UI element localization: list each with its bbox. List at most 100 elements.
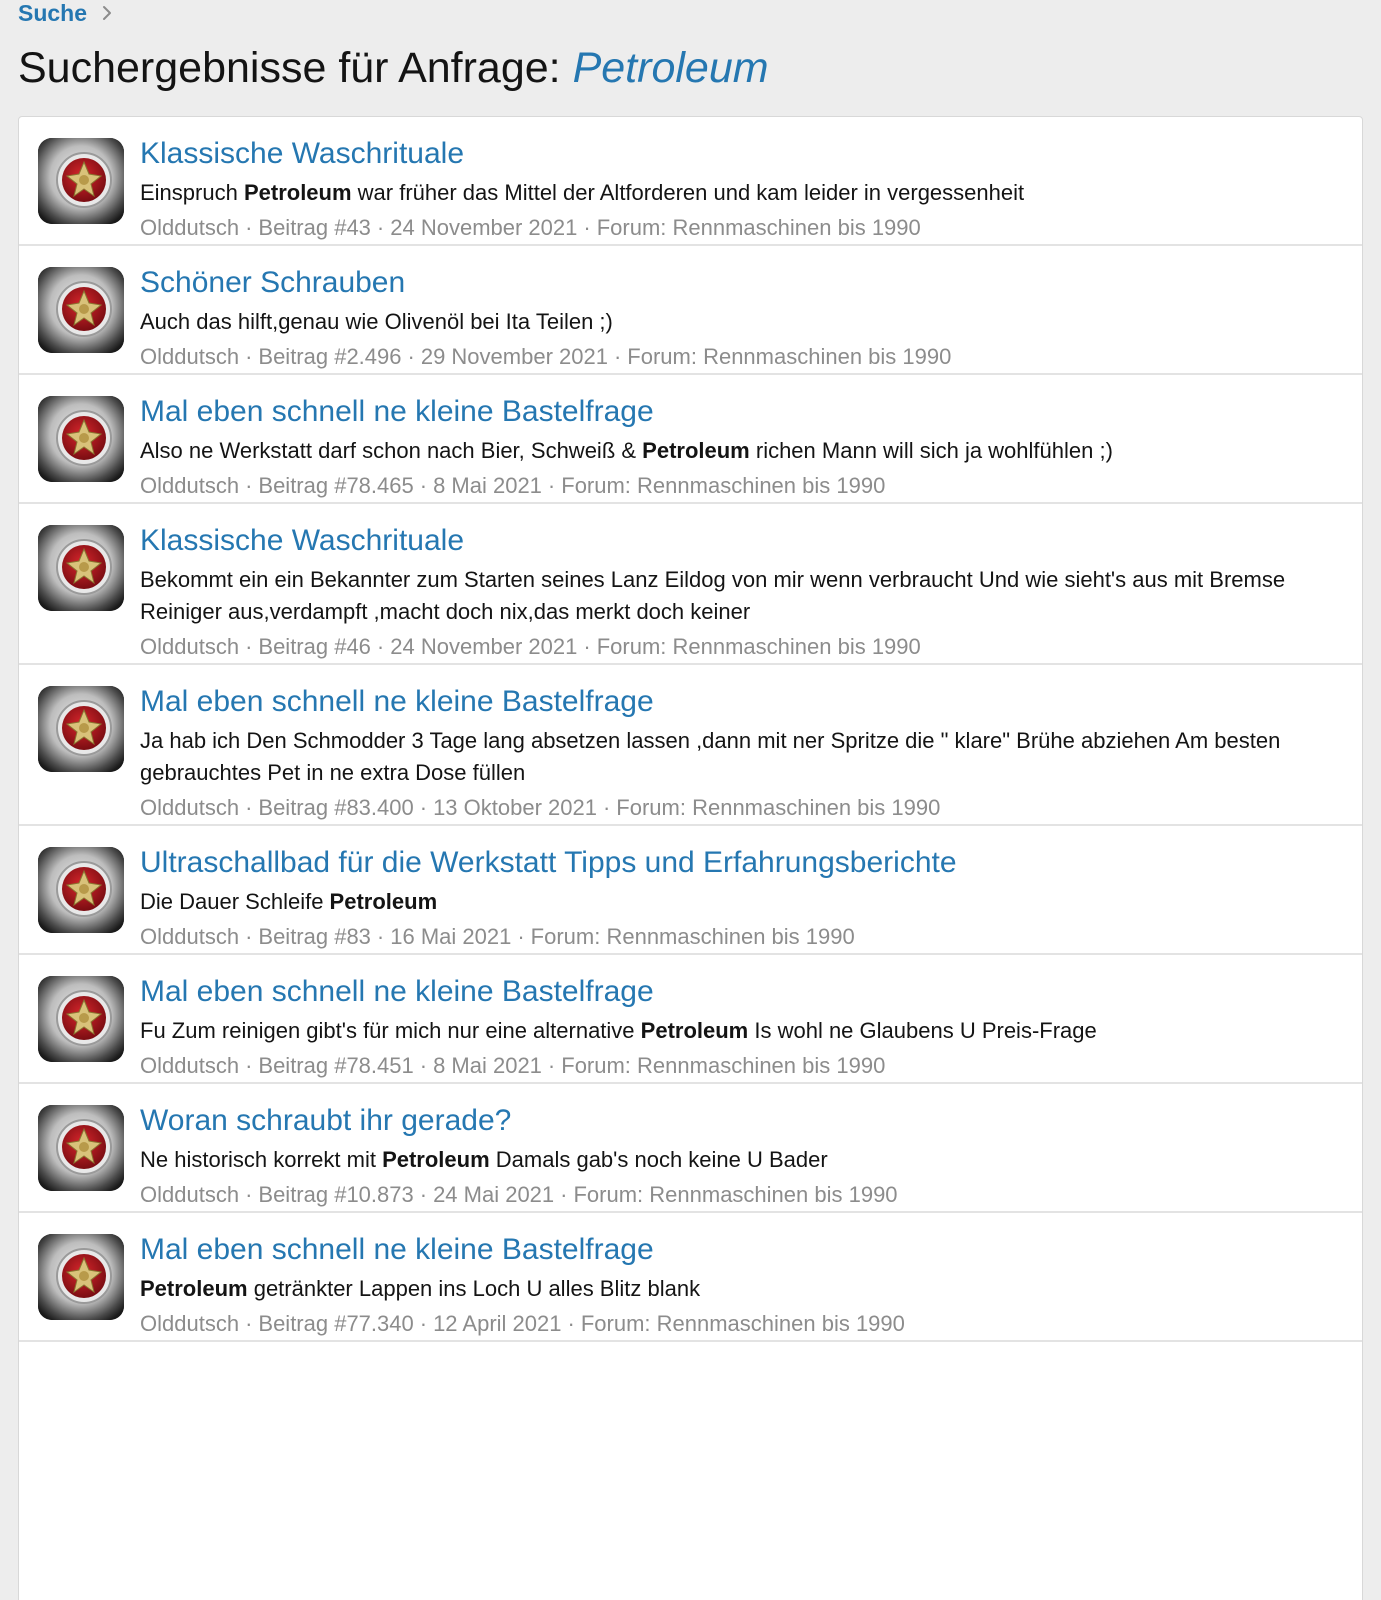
result-body: Klassische Waschrituale Einspruch Petrol… bbox=[140, 137, 1342, 244]
result-post-link[interactable]: Beitrag #77.340 bbox=[258, 1311, 413, 1336]
meta-separator: · bbox=[583, 634, 591, 659]
breadcrumb-link-suche[interactable]: Suche bbox=[18, 1, 87, 25]
avatar[interactable] bbox=[38, 525, 124, 611]
emblem-icon bbox=[38, 847, 124, 933]
result-snippet: Also ne Werkstatt darf schon nach Bier, … bbox=[140, 435, 1342, 467]
result-meta: Olddutsch · Beitrag #78.451 · 8 Mai 2021 · For… bbox=[140, 1050, 1342, 1082]
emblem-icon bbox=[38, 976, 124, 1062]
snippet-text: war früher das Mittel der Altforderen un… bbox=[351, 180, 1025, 205]
meta-separator: · bbox=[419, 1311, 428, 1336]
avatar[interactable] bbox=[38, 1234, 124, 1320]
emblem-icon bbox=[38, 1234, 124, 1320]
chevron-right-icon bbox=[101, 5, 113, 21]
result-forum-link[interactable]: Forum: Rennmaschinen bis 1990 bbox=[597, 215, 921, 240]
result-snippet: Petroleum getränkter Lappen ins Loch U a… bbox=[140, 1273, 1342, 1305]
result-post-link[interactable]: Beitrag #83.400 bbox=[258, 795, 413, 820]
emblem-icon bbox=[38, 525, 124, 611]
avatar[interactable] bbox=[38, 686, 124, 772]
avatar[interactable] bbox=[38, 396, 124, 482]
meta-separator: · bbox=[245, 344, 253, 369]
result-author-link[interactable]: Olddutsch bbox=[140, 924, 239, 949]
breadcrumb: Suche bbox=[18, 0, 113, 26]
result-date: 8 Mai 2021 bbox=[433, 1053, 542, 1078]
emblem-icon bbox=[38, 1105, 124, 1191]
result-post-link[interactable]: Beitrag #78.465 bbox=[258, 473, 413, 498]
result-author-link[interactable]: Olddutsch bbox=[140, 634, 239, 659]
result-title-link[interactable]: Klassische Waschrituale bbox=[140, 135, 1342, 173]
result-post-link[interactable]: Beitrag #10.873 bbox=[258, 1182, 413, 1207]
result-forum-link[interactable]: Forum: Rennmaschinen bis 1990 bbox=[627, 344, 951, 369]
result-author-link[interactable]: Olddutsch bbox=[140, 1053, 239, 1078]
snippet-text: Bekommt ein ein Bekannter zum Starten se… bbox=[140, 567, 1286, 624]
result-title-link[interactable]: Schöner Schrauben bbox=[140, 264, 1342, 302]
meta-separator: · bbox=[376, 924, 385, 949]
result-forum-link[interactable]: Forum: Rennmaschinen bis 1990 bbox=[561, 1053, 885, 1078]
result-body: Mal eben schnell ne kleine Bastelfrage P… bbox=[140, 1233, 1342, 1340]
result-body: Mal eben schnell ne kleine Bastelfrage J… bbox=[140, 685, 1342, 824]
result-forum-link[interactable]: Forum: Rennmaschinen bis 1990 bbox=[597, 634, 921, 659]
result-title-link[interactable]: Mal eben schnell ne kleine Bastelfrage bbox=[140, 393, 1342, 431]
meta-separator: · bbox=[245, 924, 253, 949]
result-post-link[interactable]: Beitrag #2.496 bbox=[258, 344, 401, 369]
result-post-link[interactable]: Beitrag #83 bbox=[258, 924, 371, 949]
highlight-term: Petroleum bbox=[243, 180, 352, 205]
result-body: Mal eben schnell ne kleine Bastelfrage A… bbox=[140, 395, 1342, 502]
snippet-text: Auch das hilft,genau wie Olivenöl bei It… bbox=[140, 309, 613, 334]
result-forum-link[interactable]: Forum: Rennmaschinen bis 1990 bbox=[561, 473, 885, 498]
result-title-link[interactable]: Mal eben schnell ne kleine Bastelfrage bbox=[140, 973, 1342, 1011]
meta-separator: · bbox=[419, 1182, 428, 1207]
snippet-text: Ne historisch korrekt mit bbox=[140, 1147, 383, 1172]
result-body: Schöner Schrauben Auch das hilft,genau w… bbox=[140, 266, 1342, 373]
meta-separator: · bbox=[245, 1053, 253, 1078]
result-item-8: Woran schraubt ihr gerade? Ne historisch… bbox=[19, 1084, 1362, 1213]
avatar[interactable] bbox=[38, 1105, 124, 1191]
avatar[interactable] bbox=[38, 138, 124, 224]
result-meta: Olddutsch · Beitrag #43 · 24 November 2021 · F… bbox=[140, 212, 1342, 244]
result-title-link[interactable]: Mal eben schnell ne kleine Bastelfrage bbox=[140, 1231, 1342, 1269]
highlight-term: Petroleum bbox=[640, 1018, 749, 1043]
result-title-link[interactable]: Mal eben schnell ne kleine Bastelfrage bbox=[140, 683, 1342, 721]
result-author-link[interactable]: Olddutsch bbox=[140, 1311, 239, 1336]
result-body: Mal eben schnell ne kleine Bastelfrage F… bbox=[140, 975, 1342, 1082]
result-author-link[interactable]: Olddutsch bbox=[140, 344, 239, 369]
result-forum-link[interactable]: Forum: Rennmaschinen bis 1990 bbox=[573, 1182, 897, 1207]
meta-separator: · bbox=[583, 215, 591, 240]
result-date: 13 Oktober 2021 bbox=[433, 795, 597, 820]
result-post-link[interactable]: Beitrag #46 bbox=[258, 634, 371, 659]
result-post-link[interactable]: Beitrag #43 bbox=[258, 215, 371, 240]
snippet-text: Ja hab ich Den Schmodder 3 Tage lang abs… bbox=[140, 728, 1281, 785]
meta-separator: · bbox=[419, 473, 428, 498]
result-author-link[interactable]: Olddutsch bbox=[140, 1182, 239, 1207]
result-title-link[interactable]: Woran schraubt ihr gerade? bbox=[140, 1102, 1342, 1140]
result-title-link[interactable]: Klassische Waschrituale bbox=[140, 522, 1342, 560]
highlight-term: Petroleum bbox=[329, 889, 438, 914]
result-author-link[interactable]: Olddutsch bbox=[140, 473, 239, 498]
result-meta: Olddutsch · Beitrag #46 · 24 November 2021 · F… bbox=[140, 631, 1342, 663]
result-date: 12 April 2021 bbox=[433, 1311, 562, 1336]
result-item-4: Klassische Waschrituale Bekommt ein ein … bbox=[19, 504, 1362, 665]
result-forum-link[interactable]: Forum: Rennmaschinen bis 1990 bbox=[581, 1311, 905, 1336]
meta-separator: · bbox=[376, 634, 385, 659]
result-author-link[interactable]: Olddutsch bbox=[140, 795, 239, 820]
result-title-link[interactable]: Ultraschallbad für die Werkstatt Tipps u… bbox=[140, 844, 1342, 882]
result-snippet: Bekommt ein ein Bekannter zum Starten se… bbox=[140, 564, 1342, 628]
meta-separator: · bbox=[245, 634, 253, 659]
avatar[interactable] bbox=[38, 847, 124, 933]
snippet-text: Damals gab's noch keine U Bader bbox=[489, 1147, 828, 1172]
result-item-6: Ultraschallbad für die Werkstatt Tipps u… bbox=[19, 826, 1362, 955]
result-snippet: Die Dauer Schleife Petroleum bbox=[140, 886, 1342, 918]
result-body: Ultraschallbad für die Werkstatt Tipps u… bbox=[140, 846, 1342, 953]
result-date: 29 November 2021 bbox=[420, 344, 608, 369]
result-post-link[interactable]: Beitrag #78.451 bbox=[258, 1053, 413, 1078]
result-date: 24 Mai 2021 bbox=[433, 1182, 555, 1207]
result-forum-link[interactable]: Forum: Rennmaschinen bis 1990 bbox=[616, 795, 940, 820]
result-author-link[interactable]: Olddutsch bbox=[140, 215, 239, 240]
snippet-text: Fu Zum reinigen gibt's für mich nur eine… bbox=[140, 1018, 641, 1043]
emblem-icon bbox=[38, 396, 124, 482]
result-forum-link[interactable]: Forum: Rennmaschinen bis 1990 bbox=[531, 924, 855, 949]
result-item-7: Mal eben schnell ne kleine Bastelfrage F… bbox=[19, 955, 1362, 1084]
avatar[interactable] bbox=[38, 976, 124, 1062]
avatar[interactable] bbox=[38, 267, 124, 353]
page-title-prefix: Suchergebnisse für Anfrage: bbox=[18, 44, 561, 92]
meta-separator: · bbox=[567, 1311, 575, 1336]
